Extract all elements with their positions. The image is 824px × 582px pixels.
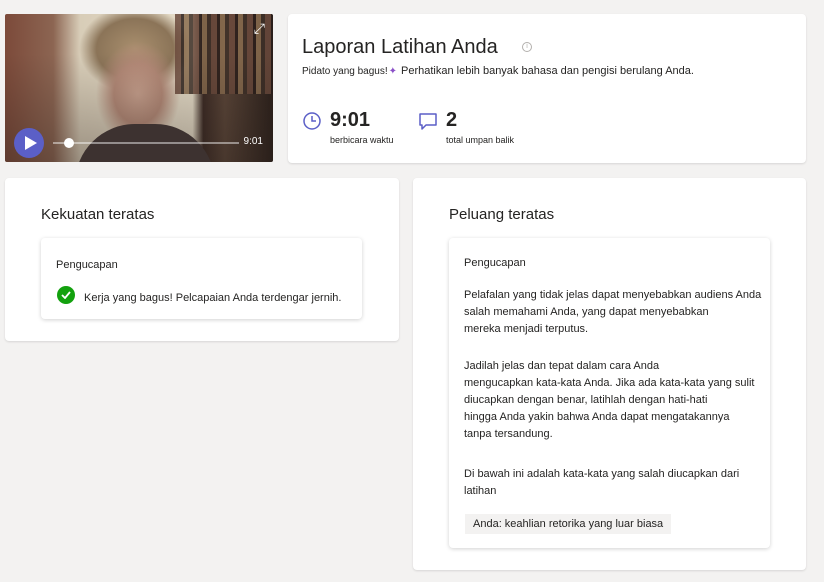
- strengths-card: Kekuatan teratas Pengucapan Kerja yang b…: [5, 178, 399, 341]
- feedback-value: 2: [446, 109, 458, 131]
- report-summary: Pidato yang bagus!✦ Perhatikan lebih bany…: [302, 65, 694, 77]
- play-button[interactable]: [14, 128, 44, 158]
- summary-text: Perhatikan lebih banyak bahasa dan pengi…: [401, 65, 694, 77]
- paragraph-line: mengucapkan kata-kata Anda. Jika ada kat…: [464, 377, 755, 389]
- opportunity-item: Pengucapan Pelafalan yang tidak jelas da…: [449, 238, 770, 548]
- check-icon: [57, 286, 75, 304]
- opportunities-card: Peluang teratas Pengucapan Pelafalan yan…: [413, 178, 806, 570]
- good-speech-label: Pidato yang bagus!: [302, 66, 388, 77]
- report-card: Laporan Latihan Anda i Pidato yang bagus…: [288, 14, 806, 163]
- sparkle-icon: ✦: [388, 66, 398, 77]
- paragraph-line: Di bawah ini adalah kata-kata yang salah…: [464, 468, 740, 480]
- feedback-label: total umpan balik: [446, 135, 515, 145]
- video-duration: 9:01: [243, 136, 263, 147]
- mispronounced-word-chip[interactable]: Anda: keahlian retorika yang luar biasa: [465, 514, 672, 534]
- video-progress-thumb[interactable]: [64, 138, 74, 148]
- paragraph-line: hingga Anda yakin bahwa Anda dapat menga…: [464, 411, 730, 423]
- video-player[interactable]: ⤢ 9:01: [5, 14, 273, 162]
- report-title: Laporan Latihan Anda: [302, 36, 498, 58]
- opportunity-paragraph-1: Pelafalan yang tidak jelas dapat menyeba…: [464, 287, 784, 338]
- speaking-time-label: berbicara waktu: [330, 135, 394, 145]
- paragraph-line: salah memahami Anda, yang dapat menyebab…: [464, 306, 709, 318]
- speaking-time-value: 9:01: [330, 109, 371, 131]
- opportunity-category: Pengucapan: [464, 257, 526, 269]
- clock-icon: [303, 112, 321, 130]
- play-icon: [24, 136, 37, 150]
- paragraph-line: Jadilah jelas dan tepat dalam cara Anda: [464, 360, 660, 372]
- strengths-title: Kekuatan teratas: [41, 206, 155, 223]
- opportunity-paragraph-3: Di bawah ini adalah kata-kata yang salah…: [464, 466, 784, 500]
- paragraph-line: diucapkan dengan benar, latihlah dengan …: [464, 394, 708, 406]
- strength-text: Kerja yang bagus! Pelcapaian Anda terden…: [84, 292, 342, 304]
- paragraph-line: Pelafalan yang tidak jelas dapat menyeba…: [464, 289, 762, 301]
- paragraph-line: mereka menjadi terputus.: [464, 323, 589, 335]
- opportunity-paragraph-2: Jadilah jelas dan tepat dalam cara Anda …: [464, 358, 784, 443]
- video-progress-track[interactable]: [53, 142, 239, 144]
- opportunities-title: Peluang teratas: [449, 206, 555, 223]
- comment-icon: [419, 113, 437, 130]
- info-icon[interactable]: i: [522, 42, 532, 52]
- expand-icon[interactable]: ⤢: [254, 20, 265, 37]
- strength-item: Pengucapan Kerja yang bagus! Pelcapaian …: [41, 238, 362, 319]
- strength-category: Pengucapan: [56, 259, 118, 271]
- paragraph-line: tanpa tersandung.: [464, 428, 553, 440]
- paragraph-line: latihan: [464, 485, 497, 497]
